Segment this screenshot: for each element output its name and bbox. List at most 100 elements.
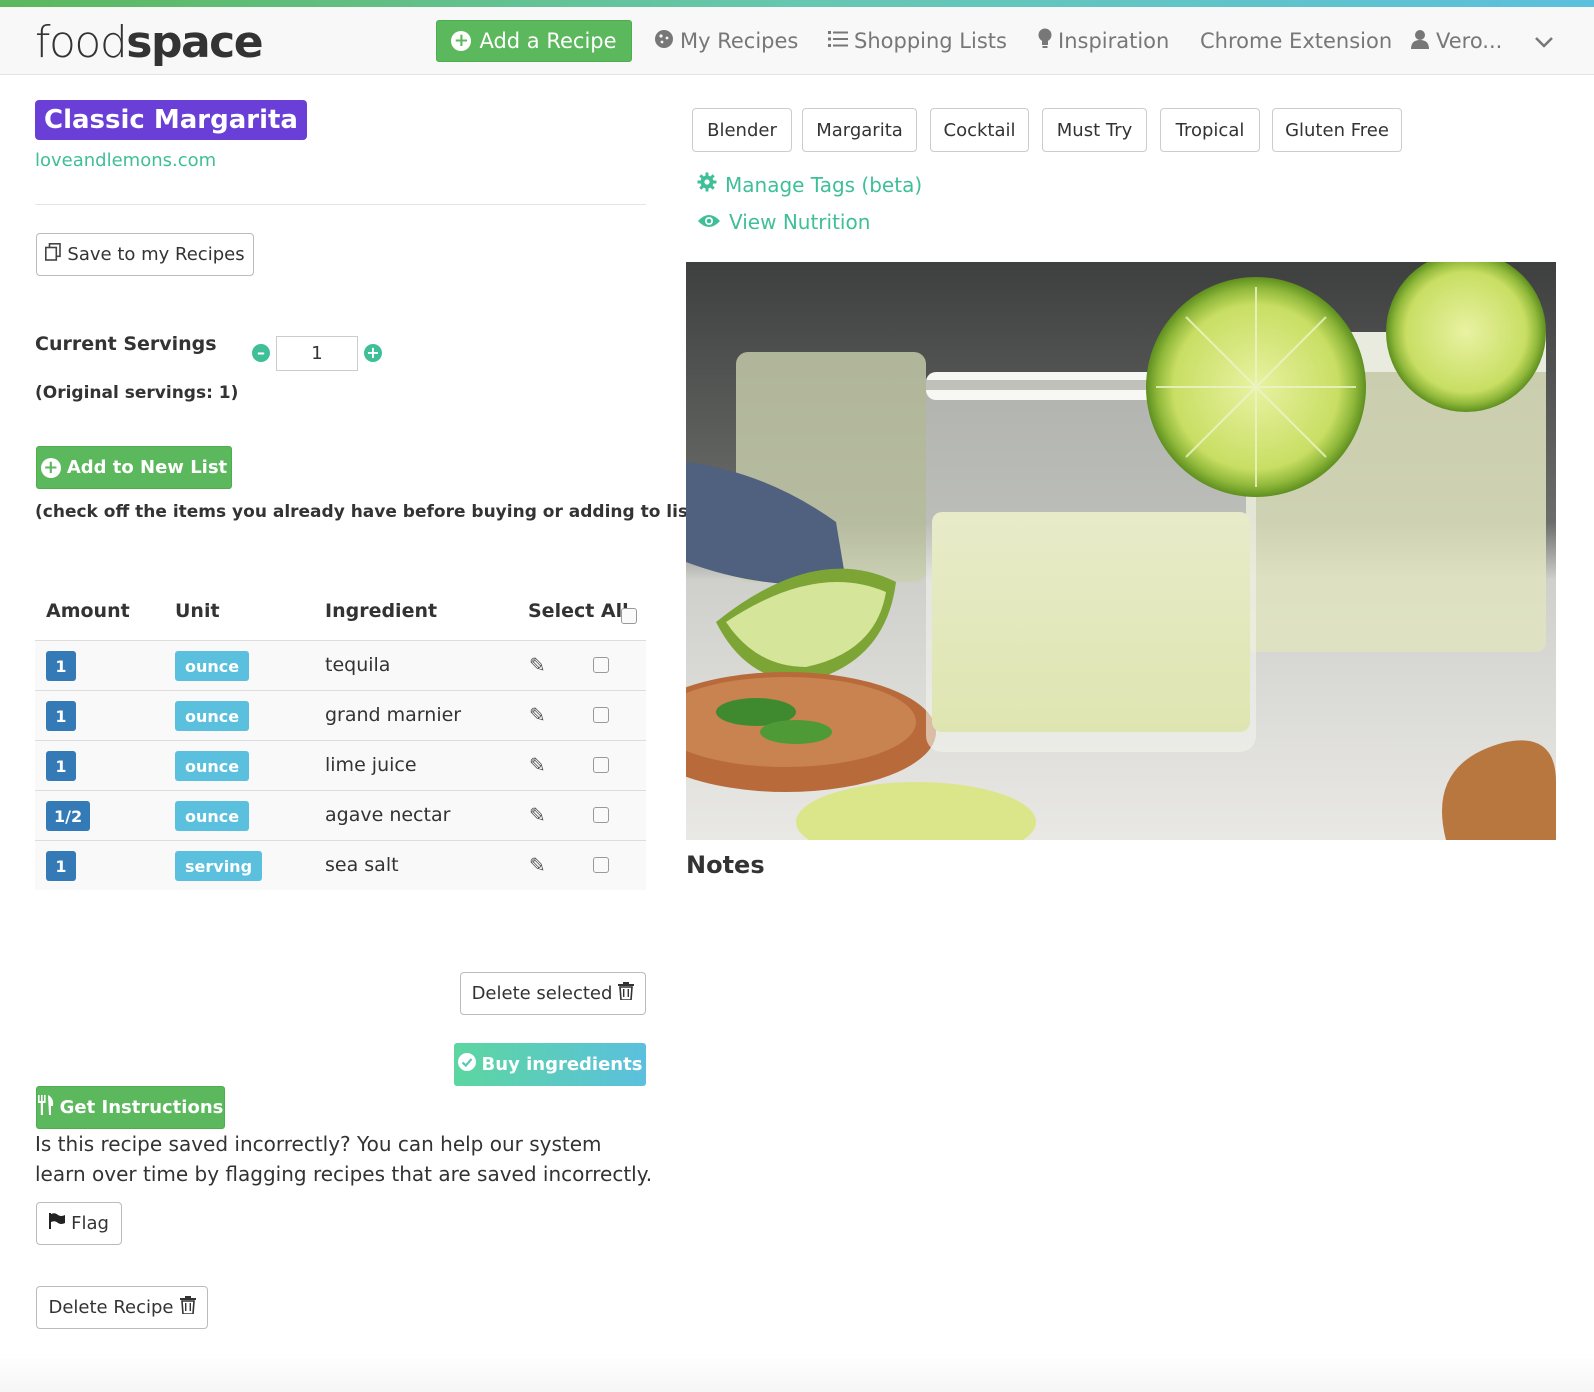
get-instructions-label: Get Instructions <box>59 1097 224 1118</box>
user-dropdown-toggle[interactable] <box>1534 20 1554 62</box>
check-circle-icon <box>457 1053 476 1076</box>
table-row: 1 ounce tequila ✎ <box>35 640 646 690</box>
nav-inspiration-label: Inspiration <box>1058 29 1170 53</box>
increase-servings-button[interactable]: + <box>364 344 382 362</box>
plus-circle-icon: + <box>40 457 61 478</box>
user-icon <box>1410 29 1430 54</box>
add-recipe-label: Add a Recipe <box>479 29 617 53</box>
nav-inspiration[interactable]: Inspiration <box>1038 20 1169 62</box>
view-nutrition-label: View Nutrition <box>729 210 871 234</box>
list-icon <box>828 29 848 53</box>
edit-pencil-icon[interactable]: ✎ <box>529 753 546 777</box>
logo[interactable]: foodspace <box>35 17 264 68</box>
servings-input[interactable] <box>276 336 358 371</box>
save-to-my-recipes-button[interactable]: Save to my Recipes <box>36 233 254 276</box>
footer-band <box>0 1352 1594 1392</box>
manage-tags-link[interactable]: Manage Tags (beta) <box>697 172 922 197</box>
amount-badge: 1 <box>46 751 76 781</box>
header-amount: Amount <box>46 600 130 622</box>
row-checkbox[interactable] <box>593 757 609 773</box>
nav-chrome-extension[interactable]: Chrome Extension <box>1200 20 1392 62</box>
tag-tropical[interactable]: Tropical <box>1160 108 1260 152</box>
nav-my-recipes[interactable]: My Recipes <box>654 20 798 62</box>
recipe-photo <box>686 262 1556 840</box>
divider <box>35 204 646 205</box>
buy-ingredients-button[interactable]: Buy ingredients <box>454 1043 646 1086</box>
original-servings-text: (Original servings: 1) <box>35 383 239 403</box>
nav-user-menu[interactable]: Vero... <box>1410 20 1502 62</box>
ingredient-name: sea salt <box>325 854 399 876</box>
table-row: 1 ounce grand marnier ✎ <box>35 690 646 740</box>
flag-help-text: Is this recipe saved incorrectly? You ca… <box>35 1132 653 1186</box>
unit-badge: ounce <box>175 801 250 831</box>
nav-shopping-lists-label: Shopping Lists <box>854 29 1007 53</box>
flag-label: Flag <box>71 1213 109 1234</box>
select-all-checkbox[interactable] <box>621 608 637 624</box>
delete-selected-button[interactable]: Delete selected <box>460 972 646 1015</box>
row-checkbox[interactable] <box>593 657 609 673</box>
top-accent-stripe <box>0 0 1594 7</box>
tag-margarita[interactable]: Margarita <box>802 108 917 152</box>
tag-gluten-free[interactable]: Gluten Free <box>1272 108 1402 152</box>
amount-badge: 1 <box>46 701 76 731</box>
navbar: foodspace + Add a Recipe My Recipes Shop… <box>0 7 1594 75</box>
manage-tags-label: Manage Tags (beta) <box>725 172 923 197</box>
flag-button[interactable]: Flag <box>36 1202 122 1245</box>
ingredient-name: tequila <box>325 654 391 676</box>
header-unit: Unit <box>175 600 220 622</box>
nav-user-label: Vero... <box>1436 29 1503 53</box>
nav-shopping-lists[interactable]: Shopping Lists <box>828 20 1007 62</box>
unit-badge: ounce <box>175 651 250 681</box>
eye-icon <box>697 210 721 234</box>
copy-icon <box>45 243 62 266</box>
get-instructions-button[interactable]: Get Instructions <box>36 1086 225 1129</box>
amount-badge: 1/2 <box>46 801 91 831</box>
tag-must-try[interactable]: Must Try <box>1042 108 1147 152</box>
lightbulb-icon <box>1038 28 1052 55</box>
delete-recipe-label: Delete Recipe <box>48 1297 174 1318</box>
trash-icon <box>179 1296 196 1319</box>
cookie-icon <box>654 29 674 54</box>
add-to-new-list-label: Add to New List <box>66 457 228 478</box>
tag-blender[interactable]: Blender <box>692 108 792 152</box>
ingredient-name: lime juice <box>325 754 417 776</box>
notes-heading: Notes <box>686 851 765 879</box>
edit-pencil-icon[interactable]: ✎ <box>529 653 546 677</box>
add-to-new-list-button[interactable]: + Add to New List <box>36 446 232 489</box>
table-row: 1/2 ounce agave nectar ✎ <box>35 790 646 840</box>
tag-cocktail[interactable]: Cocktail <box>930 108 1029 152</box>
plus-circle-icon: + <box>451 31 472 51</box>
add-recipe-button[interactable]: + Add a Recipe <box>436 20 632 62</box>
trash-icon <box>618 982 635 1005</box>
unit-badge: ounce <box>175 701 250 731</box>
recipe-title: Classic Margarita <box>35 100 307 140</box>
header-ingredient: Ingredient <box>325 600 438 622</box>
minus-icon: – <box>257 343 265 362</box>
chevron-down-icon <box>1534 29 1554 53</box>
recipe-source-link[interactable]: loveandlemons.com <box>35 150 216 171</box>
edit-pencil-icon[interactable]: ✎ <box>529 803 546 827</box>
row-checkbox[interactable] <box>593 807 609 823</box>
gear-icon <box>697 172 717 197</box>
edit-pencil-icon[interactable]: ✎ <box>529 703 546 727</box>
plus-icon: + <box>366 343 380 362</box>
ingredient-name: grand marnier <box>325 704 462 726</box>
edit-pencil-icon[interactable]: ✎ <box>529 853 546 877</box>
amount-badge: 1 <box>46 851 76 881</box>
save-label: Save to my Recipes <box>67 244 245 265</box>
table-row: 1 serving sea salt ✎ <box>35 840 646 890</box>
buy-ingredients-label: Buy ingredients <box>481 1054 643 1075</box>
nav-chrome-extension-label: Chrome Extension <box>1200 29 1393 53</box>
unit-badge: serving <box>175 851 263 881</box>
view-nutrition-link[interactable]: View Nutrition <box>697 210 870 234</box>
row-checkbox[interactable] <box>593 707 609 723</box>
decrease-servings-button[interactable]: – <box>252 344 270 362</box>
amount-badge: 1 <box>46 651 76 681</box>
checklist-hint: (check off the items you already have be… <box>35 502 704 522</box>
header-select-all: Select All <box>528 600 629 622</box>
flag-icon <box>49 1213 66 1234</box>
delete-recipe-button[interactable]: Delete Recipe <box>36 1286 208 1329</box>
utensils-icon <box>37 1095 54 1120</box>
current-servings-label: Current Servings <box>35 333 217 355</box>
row-checkbox[interactable] <box>593 857 609 873</box>
